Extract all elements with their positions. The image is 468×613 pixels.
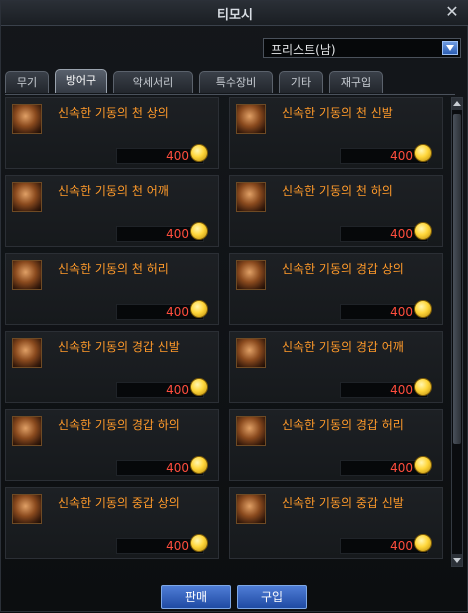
item-name: 신속한 기동의 경갑 상의 bbox=[282, 262, 404, 276]
scroll-down-arrow-icon[interactable] bbox=[452, 554, 462, 566]
item-price: 400 bbox=[166, 227, 189, 241]
title-bar[interactable]: 티모시 ✕ bbox=[1, 1, 468, 26]
cloth-pants-armor-icon bbox=[236, 182, 266, 212]
item-price: 400 bbox=[390, 461, 413, 475]
price-box: 400 bbox=[116, 378, 208, 398]
price-box: 400 bbox=[340, 300, 432, 320]
item-price: 400 bbox=[390, 149, 413, 163]
price-box: 400 bbox=[116, 300, 208, 320]
category-tabs: 무기 방어구 악세서리 특수장비 기타 재구입 bbox=[5, 69, 465, 95]
gold-coin-icon bbox=[190, 456, 208, 474]
item-name: 신속한 기동의 천 상의 bbox=[58, 106, 169, 120]
shop-window: 티모시 ✕ 프리스트(남) 무기 방어구 악세서리 특수장비 기타 재구입 신속… bbox=[0, 0, 468, 612]
light-belt-armor-icon bbox=[236, 416, 266, 446]
item-price: 400 bbox=[166, 383, 189, 397]
item-price: 400 bbox=[166, 149, 189, 163]
item-name: 신속한 기동의 경갑 어깨 bbox=[282, 340, 404, 354]
item-price: 400 bbox=[166, 305, 189, 319]
gold-coin-icon bbox=[414, 456, 432, 474]
scroll-up-arrow-icon[interactable] bbox=[452, 98, 462, 110]
item-name: 신속한 기동의 천 하의 bbox=[282, 184, 393, 198]
cloth-shoes-armor-icon bbox=[236, 104, 266, 134]
sell-button[interactable]: 판매 bbox=[161, 585, 231, 609]
price-box: 400 bbox=[340, 456, 432, 476]
item-name: 신속한 기동의 중갑 신발 bbox=[282, 496, 404, 510]
gold-coin-icon bbox=[414, 300, 432, 318]
scroll-thumb[interactable] bbox=[453, 114, 461, 444]
price-box: 400 bbox=[116, 222, 208, 242]
close-icon[interactable]: ✕ bbox=[443, 3, 461, 21]
item-price: 400 bbox=[390, 383, 413, 397]
item-list-scrollbar[interactable] bbox=[451, 97, 463, 567]
item-name: 신속한 기동의 경갑 하의 bbox=[58, 418, 180, 432]
price-box: 400 bbox=[340, 144, 432, 164]
light-top-armor-icon bbox=[236, 260, 266, 290]
heavy-shoes-armor-icon bbox=[236, 494, 266, 524]
gold-coin-icon bbox=[190, 534, 208, 552]
gold-coin-icon bbox=[414, 378, 432, 396]
item-name: 신속한 기동의 경갑 신발 bbox=[58, 340, 180, 354]
tab-accessory[interactable]: 악세서리 bbox=[113, 71, 193, 93]
tab-divider bbox=[5, 94, 455, 95]
gold-coin-icon bbox=[190, 378, 208, 396]
job-filter-select[interactable]: 프리스트(남) bbox=[263, 38, 461, 58]
item-slot[interactable]: 신속한 기동의 경갑 허리 400 bbox=[229, 409, 443, 481]
gold-coin-icon bbox=[190, 300, 208, 318]
footer: 판매 구입 bbox=[1, 581, 468, 613]
gold-coin-icon bbox=[414, 534, 432, 552]
item-name: 신속한 기동의 중갑 상의 bbox=[58, 496, 180, 510]
price-box: 400 bbox=[116, 144, 208, 164]
price-box: 400 bbox=[116, 456, 208, 476]
item-price: 400 bbox=[166, 461, 189, 475]
cloth-shoulder-armor-icon bbox=[12, 182, 42, 212]
item-price: 400 bbox=[390, 227, 413, 241]
tab-rebuy[interactable]: 재구입 bbox=[329, 71, 383, 93]
gold-coin-icon bbox=[414, 144, 432, 162]
cloth-belt-armor-icon bbox=[12, 260, 42, 290]
item-slot[interactable]: 신속한 기동의 중갑 상의 400 bbox=[5, 487, 219, 559]
item-slot[interactable]: 신속한 기동의 천 하의 400 bbox=[229, 175, 443, 247]
price-box: 400 bbox=[116, 534, 208, 554]
price-box: 400 bbox=[340, 222, 432, 242]
heavy-top-armor-icon bbox=[12, 494, 42, 524]
item-slot[interactable]: 신속한 기동의 경갑 하의 400 bbox=[5, 409, 219, 481]
item-name: 신속한 기동의 천 허리 bbox=[58, 262, 169, 276]
light-shoulder-armor-icon bbox=[236, 338, 266, 368]
tab-weapon[interactable]: 무기 bbox=[5, 71, 49, 93]
gold-coin-icon bbox=[190, 144, 208, 162]
item-list: 신속한 기동의 천 상의 400 신속한 기동의 천 신발 400 신속한 기동… bbox=[5, 97, 445, 567]
cloth-top-armor-icon bbox=[12, 104, 42, 134]
buy-button[interactable]: 구입 bbox=[237, 585, 307, 609]
item-name: 신속한 기동의 경갑 허리 bbox=[282, 418, 404, 432]
job-filter-value: 프리스트(남) bbox=[271, 43, 336, 57]
item-slot[interactable]: 신속한 기동의 천 상의 400 bbox=[5, 97, 219, 169]
item-name: 신속한 기동의 천 어깨 bbox=[58, 184, 169, 198]
item-name: 신속한 기동의 천 신발 bbox=[282, 106, 393, 120]
gold-coin-icon bbox=[190, 222, 208, 240]
window-title: 티모시 bbox=[217, 8, 253, 23]
item-slot[interactable]: 신속한 기동의 중갑 신발 400 bbox=[229, 487, 443, 559]
item-price: 400 bbox=[166, 539, 189, 553]
tab-etc[interactable]: 기타 bbox=[279, 71, 323, 93]
light-pants-armor-icon bbox=[12, 416, 42, 446]
item-price: 400 bbox=[390, 539, 413, 553]
tab-armor[interactable]: 방어구 bbox=[55, 69, 107, 93]
item-slot[interactable]: 신속한 기동의 천 신발 400 bbox=[229, 97, 443, 169]
item-slot[interactable]: 신속한 기동의 경갑 어깨 400 bbox=[229, 331, 443, 403]
item-price: 400 bbox=[390, 305, 413, 319]
item-slot[interactable]: 신속한 기동의 천 어깨 400 bbox=[5, 175, 219, 247]
gold-coin-icon bbox=[414, 222, 432, 240]
price-box: 400 bbox=[340, 534, 432, 554]
item-slot[interactable]: 신속한 기동의 경갑 신발 400 bbox=[5, 331, 219, 403]
item-slot[interactable]: 신속한 기동의 경갑 상의 400 bbox=[229, 253, 443, 325]
price-box: 400 bbox=[340, 378, 432, 398]
dropdown-arrow-icon[interactable] bbox=[442, 41, 458, 55]
light-shoes-armor-icon bbox=[12, 338, 42, 368]
item-slot[interactable]: 신속한 기동의 천 허리 400 bbox=[5, 253, 219, 325]
tab-special-equipment[interactable]: 특수장비 bbox=[199, 71, 273, 93]
